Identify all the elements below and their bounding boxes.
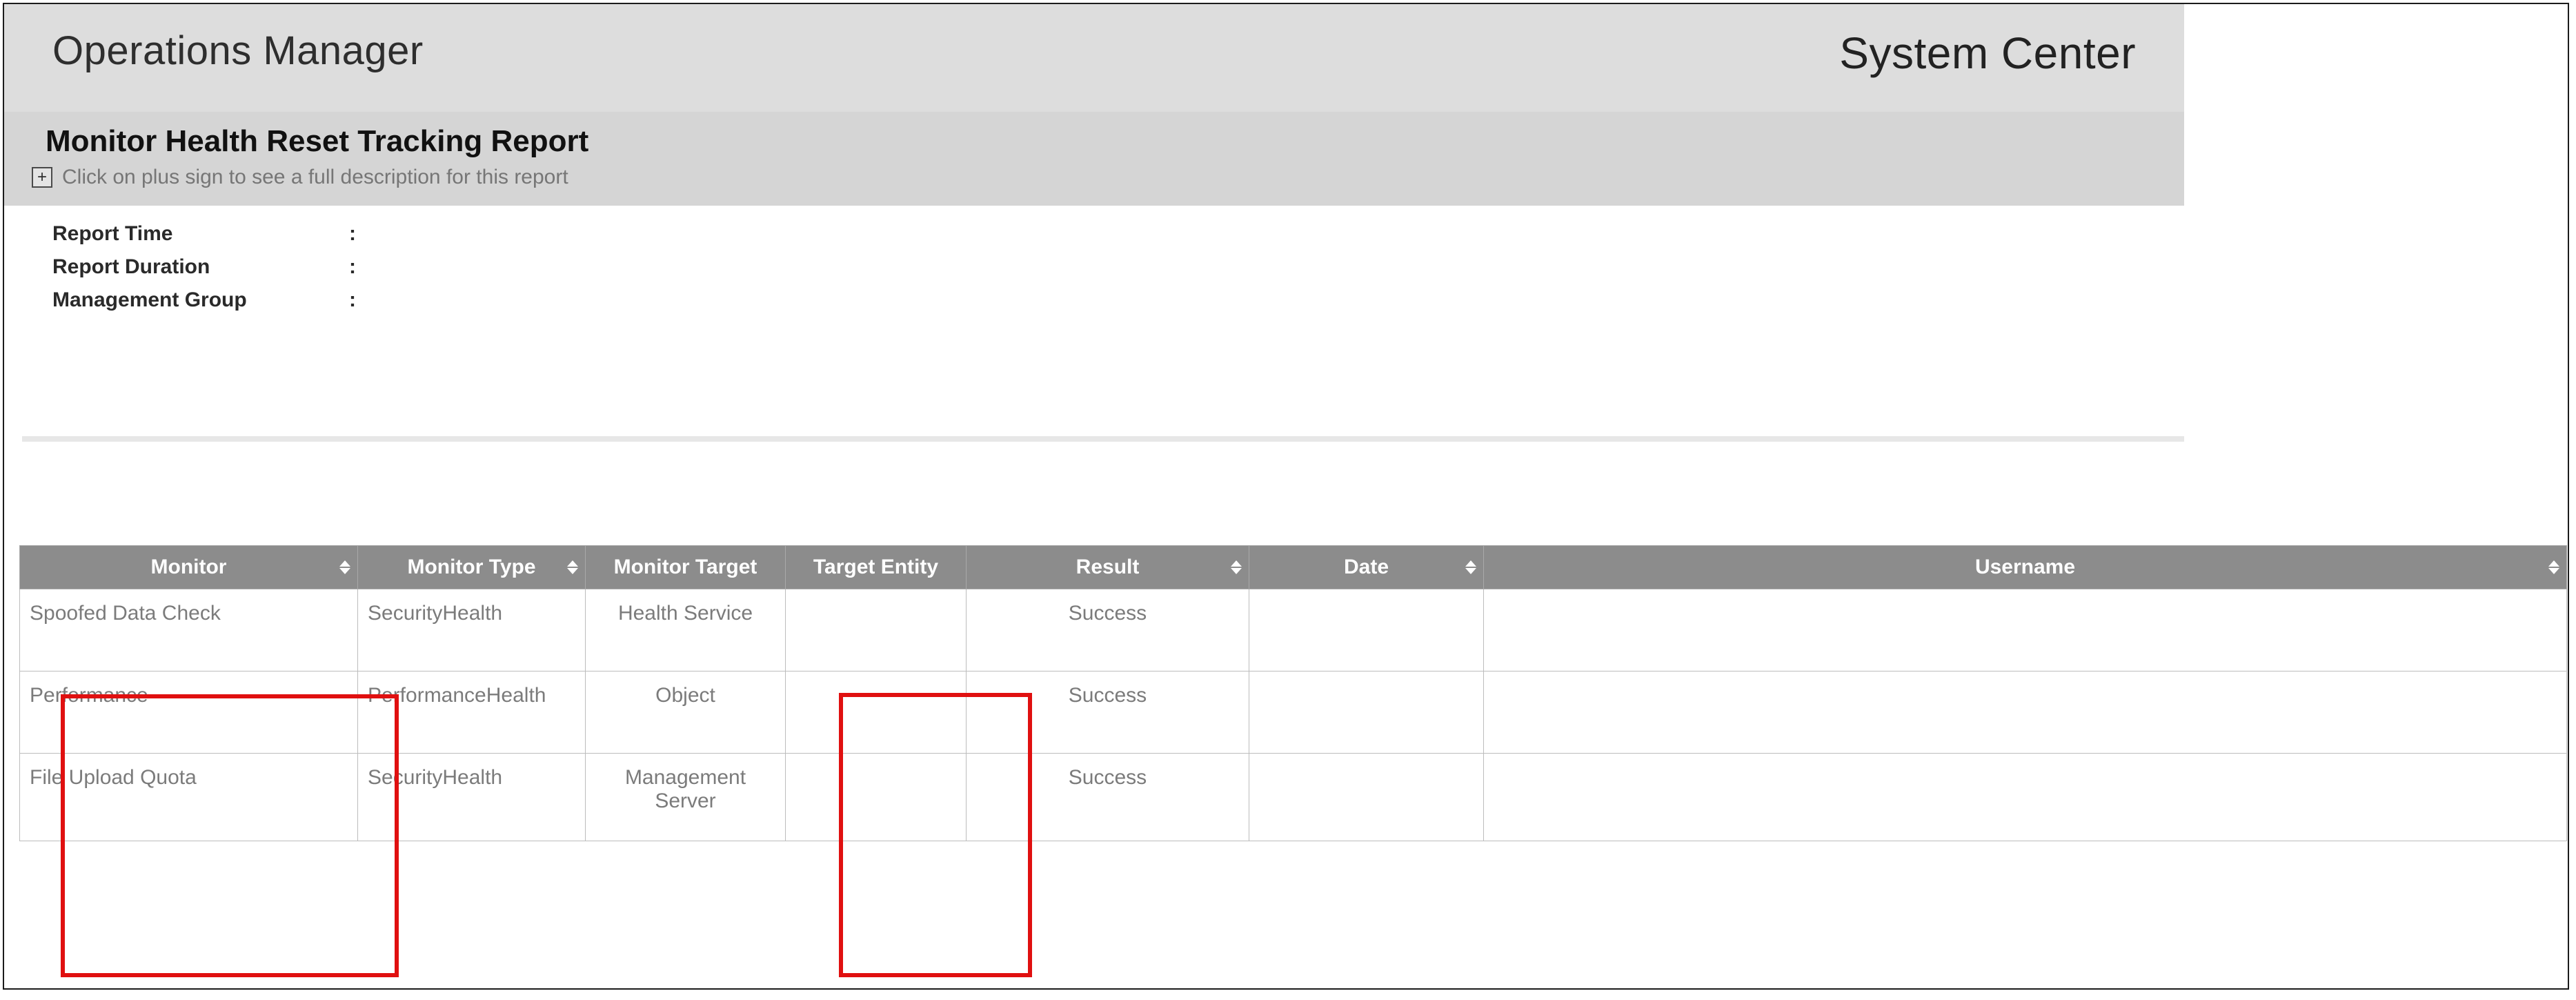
meta-row-time: Report Time : — [52, 222, 2568, 246]
cell-monitor: Spoofed Data Check — [20, 589, 358, 671]
expand-plus-icon[interactable]: + — [32, 167, 52, 188]
table-row[interactable]: File Upload Quota SecurityHealth Managem… — [20, 754, 2567, 841]
cell-entity — [786, 671, 967, 754]
brand-row: Operations Manager System Center — [4, 4, 2184, 112]
brand-left-title: Operations Manager — [52, 28, 424, 74]
col-header-result[interactable]: Result — [967, 546, 1249, 589]
cell-date — [1249, 671, 1484, 754]
meta-row-duration: Report Duration : — [52, 255, 2568, 279]
cell-monitor: Performance — [20, 671, 358, 754]
cell-type: SecurityHealth — [358, 754, 586, 841]
sort-icon[interactable] — [339, 560, 350, 574]
results-table-container: Monitor Monitor Type Monitor Target Targ… — [19, 545, 2566, 841]
report-metadata: Report Time : Report Duration : Manageme… — [4, 206, 2568, 312]
cell-target: Object — [586, 671, 786, 754]
meta-label-time: Report Time — [52, 222, 349, 246]
col-header-entity[interactable]: Target Entity — [786, 546, 967, 589]
col-header-user[interactable]: Username — [1484, 546, 2567, 589]
sort-icon[interactable] — [567, 560, 578, 574]
table-row[interactable]: Spoofed Data Check SecurityHealth Health… — [20, 589, 2567, 671]
report-hint-row: + Click on plus sign to see a full descr… — [32, 166, 2157, 189]
cell-user — [1484, 754, 2567, 841]
cell-result: Success — [967, 754, 1249, 841]
report-title-bar: Monitor Health Reset Tracking Report + C… — [4, 112, 2184, 206]
col-header-type[interactable]: Monitor Type — [358, 546, 586, 589]
cell-target: Management Server — [586, 754, 786, 841]
cell-entity — [786, 754, 967, 841]
cell-date — [1249, 754, 1484, 841]
cell-result: Success — [967, 671, 1249, 754]
cell-date — [1249, 589, 1484, 671]
results-table: Monitor Monitor Type Monitor Target Targ… — [19, 545, 2567, 841]
table-header-row: Monitor Monitor Type Monitor Target Targ… — [20, 546, 2567, 589]
brand-right-title: System Center — [1839, 28, 2136, 79]
sort-icon[interactable] — [2548, 560, 2559, 574]
cell-entity — [786, 589, 967, 671]
col-header-monitor[interactable]: Monitor — [20, 546, 358, 589]
cell-result: Success — [967, 589, 1249, 671]
report-hint-text: Click on plus sign to see a full descrip… — [62, 166, 568, 189]
cell-user — [1484, 589, 2567, 671]
cell-type: PerformanceHealth — [358, 671, 586, 754]
cell-type: SecurityHealth — [358, 589, 586, 671]
sort-icon[interactable] — [1465, 560, 1476, 574]
table-row[interactable]: Performance PerformanceHealth Object Suc… — [20, 671, 2567, 754]
cell-monitor: File Upload Quota — [20, 754, 358, 841]
sort-icon[interactable] — [1231, 560, 1242, 574]
meta-row-group: Management Group : — [52, 288, 2568, 312]
report-frame: Operations Manager System Center Monitor… — [3, 3, 2569, 990]
col-header-date[interactable]: Date — [1249, 546, 1484, 589]
cell-target: Health Service — [586, 589, 786, 671]
col-header-target[interactable]: Monitor Target — [586, 546, 786, 589]
header-band: Operations Manager System Center Monitor… — [4, 4, 2184, 206]
meta-label-group: Management Group — [52, 288, 349, 312]
meta-label-duration: Report Duration — [52, 255, 349, 279]
cell-user — [1484, 671, 2567, 754]
report-title: Monitor Health Reset Tracking Report — [46, 124, 2157, 159]
section-divider — [22, 436, 2184, 442]
